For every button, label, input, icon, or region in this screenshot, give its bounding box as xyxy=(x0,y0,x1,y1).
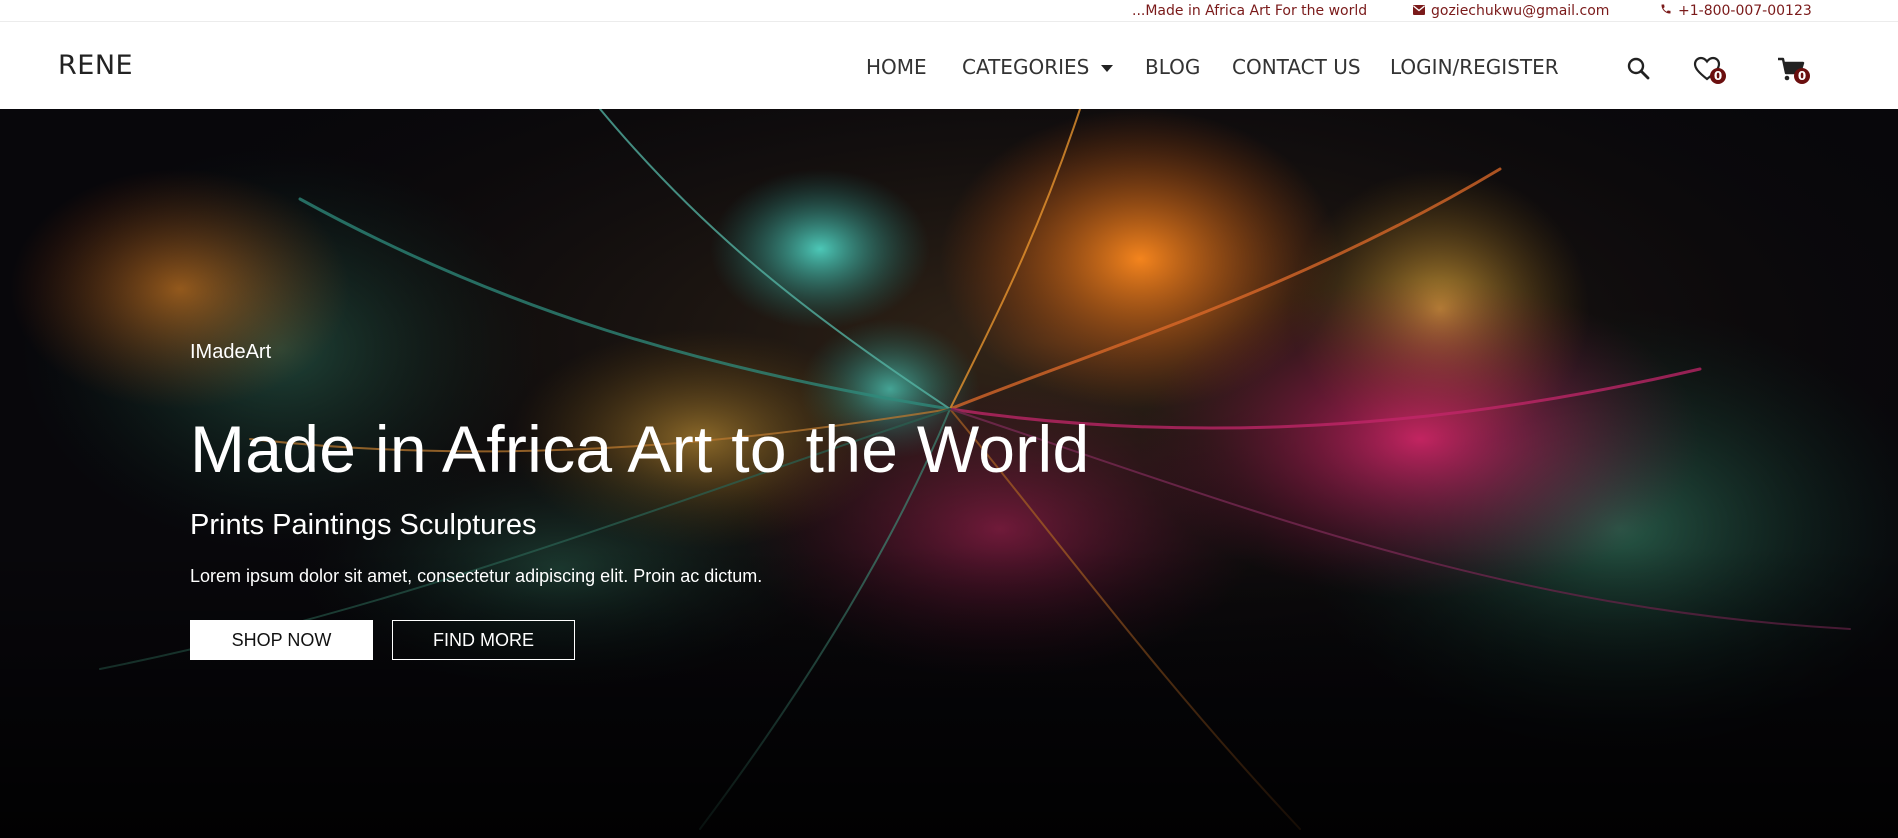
nav-categories[interactable]: CATEGORIES xyxy=(962,55,1114,79)
shop-now-button[interactable]: SHOP NOW xyxy=(190,620,373,660)
hero-description: Lorem ipsum dolor sit amet, consectetur … xyxy=(190,566,763,586)
nav-home[interactable]: HOME xyxy=(866,55,927,79)
nav-login-register[interactable]: LOGIN/REGISTER xyxy=(1390,55,1559,79)
nav-contact[interactable]: CONTACT US xyxy=(1232,55,1361,79)
tagline: ...Made in Africa Art For the world xyxy=(1132,3,1368,19)
contact-email[interactable]: goziechukwu@gmail.com xyxy=(1413,3,1609,19)
phone-icon xyxy=(1660,3,1672,19)
mail-icon xyxy=(1413,3,1425,19)
cart-count-badge: 0 xyxy=(1794,68,1810,84)
hero-headline: Made in Africa Art to the World xyxy=(190,412,1090,486)
main-navbar: RENE HOME CATEGORIES BLOG CONTACT US LOG… xyxy=(0,22,1898,109)
caret-down-icon xyxy=(1101,64,1114,72)
brand-logo[interactable]: RENE xyxy=(58,50,133,81)
contact-phone[interactable]: +1-800-007-00123 xyxy=(1660,3,1812,19)
hero-subheading: Prints Paintings Sculptures xyxy=(190,509,537,541)
search-button[interactable] xyxy=(1622,52,1656,86)
wishlist-button[interactable]: 0 xyxy=(1690,52,1726,86)
nav-blog[interactable]: BLOG xyxy=(1145,55,1200,79)
email-text[interactable]: goziechukwu@gmail.com xyxy=(1431,3,1609,19)
hero-banner: IMadeArt Made in Africa Art to the World… xyxy=(0,109,1898,838)
phone-text[interactable]: +1-800-007-00123 xyxy=(1678,3,1812,19)
search-icon xyxy=(1622,57,1656,90)
nav-categories-label: CATEGORIES xyxy=(962,55,1090,79)
find-more-button[interactable]: FIND MORE xyxy=(392,620,575,660)
hero-eyebrow: IMadeArt xyxy=(190,341,272,363)
wishlist-count-badge: 0 xyxy=(1710,68,1726,84)
cart-button[interactable]: 0 xyxy=(1774,52,1810,86)
top-info-bar: ...Made in Africa Art For the world gozi… xyxy=(0,0,1898,22)
